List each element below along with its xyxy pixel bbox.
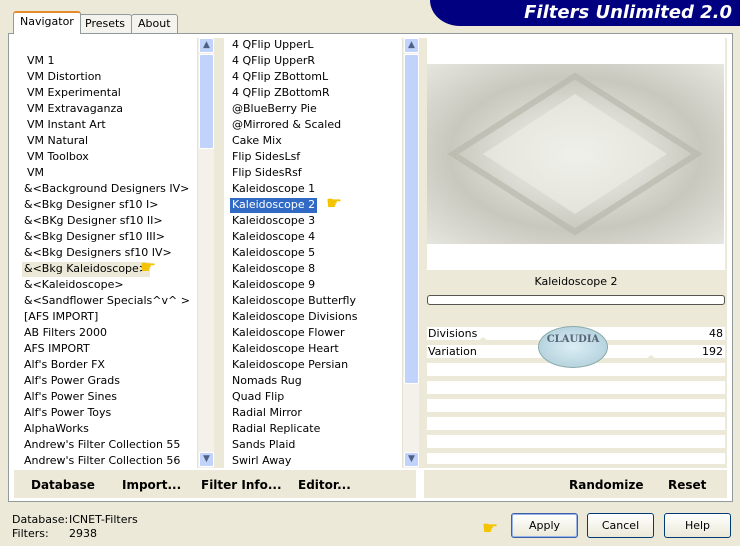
list-item[interactable]: VM Instant Art: [25, 118, 108, 133]
scroll-down-icon[interactable]: ▼: [404, 452, 419, 467]
list-item[interactable]: &<BKg Designer sf10 II>: [22, 214, 165, 229]
list-item[interactable]: VM Natural: [25, 134, 90, 149]
list-item[interactable]: @Mirrored & Scaled: [230, 118, 343, 133]
list-item[interactable]: Kaleidoscope 1: [230, 182, 317, 197]
list-item[interactable]: Kaleidoscope 8: [230, 262, 317, 277]
help-button[interactable]: Help: [664, 513, 731, 538]
scroll-thumb[interactable]: [404, 54, 419, 384]
param-empty: [427, 417, 725, 433]
list-item[interactable]: AFS IMPORT: [22, 342, 92, 357]
list-item[interactable]: &<Bkg Designer sf10 III>: [22, 230, 167, 245]
scroll-up-icon[interactable]: ▲: [404, 38, 419, 53]
list-item[interactable]: Kaleidoscope Flower: [230, 326, 347, 341]
list-item[interactable]: 4 QFlip UpperL: [230, 38, 316, 53]
list-item[interactable]: 4 QFlip ZBottomL: [230, 70, 330, 85]
list-item[interactable]: VM Toolbox: [25, 150, 91, 165]
pointing-hand-icon: ☛: [326, 193, 343, 214]
list-item[interactable]: Nomads Rug: [230, 374, 304, 389]
list-item[interactable]: Alf's Power Sines: [22, 390, 119, 405]
list-item[interactable]: Alf's Border FX: [22, 358, 107, 373]
filter-scrollbar[interactable]: ▲ ▼: [402, 38, 419, 468]
reset-button[interactable]: Reset: [668, 478, 706, 492]
param-value: 192: [702, 345, 723, 358]
list-item[interactable]: &<Sandflower Specials^v^ >: [22, 294, 192, 309]
database-button[interactable]: Database: [31, 478, 95, 492]
list-item[interactable]: Flip SidesRsf: [230, 166, 304, 181]
list-item[interactable]: Andrew's Filter Collection 55: [22, 438, 182, 453]
list-item[interactable]: Kaleidoscope Butterfly: [230, 294, 358, 309]
param-empty: [427, 399, 725, 415]
list-item[interactable]: Sands Plaid: [230, 438, 297, 453]
category-scrollbar[interactable]: ▲ ▼: [197, 38, 214, 468]
category-list[interactable]: VM 1 VM Distortion VM Experimental VM Extra…: [16, 38, 197, 468]
list-item[interactable]: AB Filters 2000: [22, 326, 109, 341]
list-item[interactable]: &<Kaleidoscope>: [22, 278, 126, 293]
list-item[interactable]: &<Bkg Kaleidoscope>: [22, 262, 151, 277]
list-item[interactable]: Flip SidesLsf: [230, 150, 302, 165]
list-item[interactable]: Kaleidoscope Heart: [230, 342, 341, 357]
watermark-logo: CLAUDIA: [538, 326, 608, 368]
slider-thumb[interactable]: [475, 337, 491, 343]
list-item[interactable]: Cake Mix: [230, 134, 284, 149]
tab-presets[interactable]: Presets: [78, 14, 133, 33]
filter-list[interactable]: 4 QFlip UpperL 4 QFlip UpperR 4 QFlip ZBot…: [226, 38, 402, 468]
filter-name-label: Kaleidoscope 2: [534, 275, 618, 288]
list-item[interactable]: &<Background Designers IV>: [22, 182, 191, 197]
list-item[interactable]: Andrew's Filter Collection 56: [22, 454, 182, 468]
list-item[interactable]: [AFS IMPORT]: [22, 310, 100, 325]
scroll-down-icon[interactable]: ▼: [199, 452, 214, 467]
preview-image: [427, 64, 724, 244]
list-item[interactable]: Kaleidoscope Persian: [230, 358, 350, 373]
param-empty: [427, 435, 725, 451]
list-item[interactable]: Kaleidoscope 2: [230, 198, 318, 213]
filter-info-button[interactable]: Filter Info...: [201, 478, 282, 492]
pointing-hand-icon: ☛: [140, 257, 157, 278]
list-item[interactable]: Radial Replicate: [230, 422, 322, 437]
scroll-thumb[interactable]: [199, 54, 214, 149]
list-item[interactable]: Alf's Power Grads: [22, 374, 122, 389]
param-value: 48: [709, 327, 723, 340]
list-item[interactable]: Kaleidoscope 4: [230, 230, 317, 245]
apply-button[interactable]: Apply: [511, 513, 578, 538]
list-item[interactable]: AlphaWorks: [22, 422, 91, 437]
editor-button[interactable]: Editor...: [298, 478, 351, 492]
list-item[interactable]: Quad Flip: [230, 390, 286, 405]
filters-count: 2938: [69, 527, 97, 540]
list-item[interactable]: Swirl Away: [230, 454, 293, 468]
tab-about[interactable]: About: [131, 14, 178, 33]
list-item[interactable]: @BlueBerry Pie: [230, 102, 319, 117]
database-value: ICNET-Filters: [69, 513, 138, 526]
param-empty: [427, 381, 725, 397]
list-item[interactable]: Radial Mirror: [230, 406, 304, 421]
list-item[interactable]: VM Extravaganza: [25, 102, 125, 117]
slider-thumb[interactable]: [643, 355, 659, 361]
randomize-button[interactable]: Randomize: [569, 478, 643, 492]
scroll-up-icon[interactable]: ▲: [199, 38, 214, 53]
list-item[interactable]: Alf's Power Toys: [22, 406, 113, 421]
import-button[interactable]: Import...: [122, 478, 181, 492]
progress-bar: [427, 295, 725, 305]
cancel-button[interactable]: Cancel: [587, 513, 654, 538]
list-item[interactable]: Kaleidoscope 5: [230, 246, 317, 261]
pointing-hand-icon: ☛: [482, 518, 499, 539]
filters-label: Filters:: [12, 527, 49, 540]
list-item[interactable]: Kaleidoscope 3: [230, 214, 317, 229]
kaleidoscope-pattern: [447, 72, 703, 236]
database-label: Database:: [12, 513, 69, 526]
list-item[interactable]: VM Distortion: [25, 70, 103, 85]
list-item[interactable]: VM: [25, 166, 46, 181]
list-item[interactable]: Kaleidoscope Divisions: [230, 310, 359, 325]
tab-navigator[interactable]: Navigator: [13, 11, 81, 34]
divider: [214, 38, 224, 468]
list-item[interactable]: 4 QFlip UpperR: [230, 54, 317, 69]
list-item[interactable]: VM Experimental: [25, 86, 123, 101]
param-empty: [427, 453, 725, 467]
param-label: Variation: [428, 345, 477, 358]
app-title-banner: Filters Unlimited 2.0: [430, 0, 740, 26]
list-item[interactable]: Kaleidoscope 9: [230, 278, 317, 293]
param-label: Divisions: [428, 327, 478, 340]
list-item[interactable]: 4 QFlip ZBottomR: [230, 86, 332, 101]
list-item[interactable]: &<Bkg Designer sf10 I>: [22, 198, 161, 213]
list-item[interactable]: VM 1: [25, 54, 57, 69]
